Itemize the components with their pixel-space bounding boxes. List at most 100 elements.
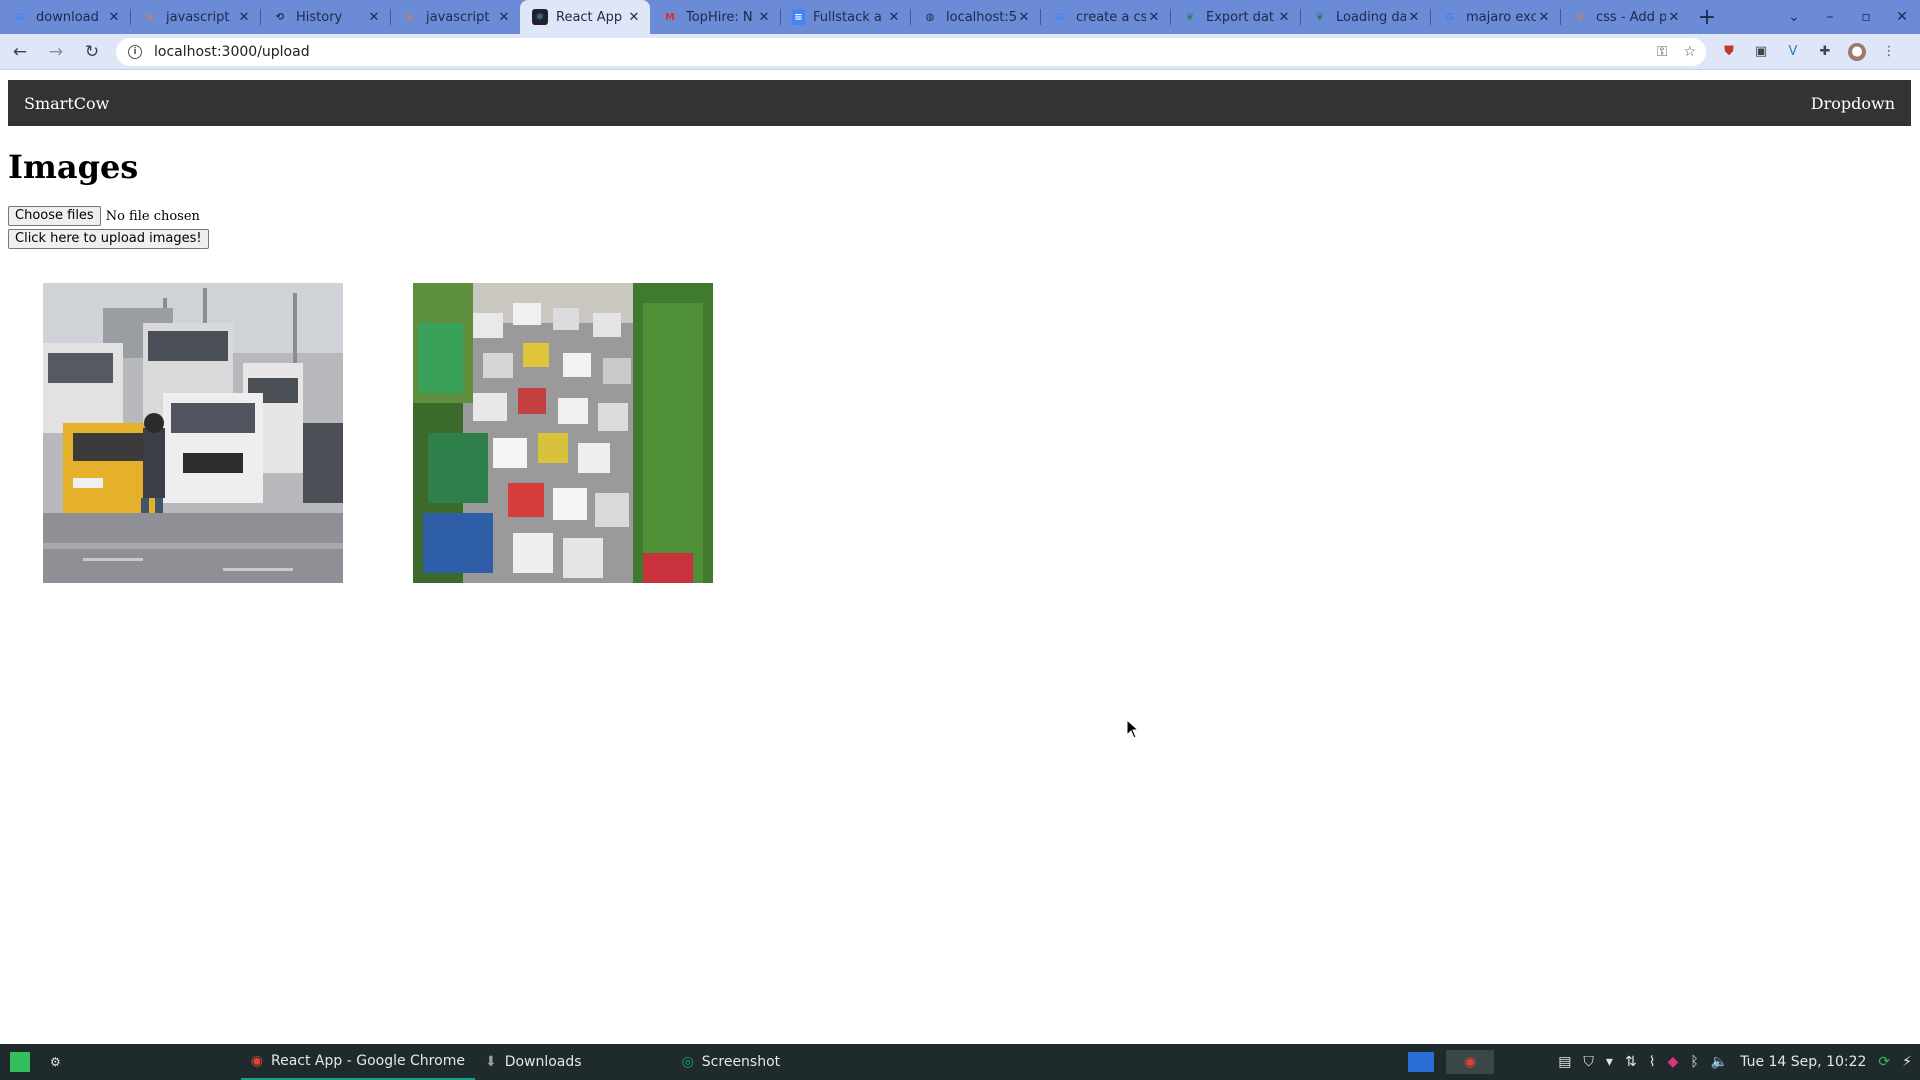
tab[interactable]: ⚟ javascript ✕: [130, 0, 260, 34]
tab-active[interactable]: ⚛ React App ✕: [520, 0, 650, 34]
taskbar-item-downloads[interactable]: ⬇ Downloads: [475, 1044, 592, 1080]
tab-strip: G download ✕ ⚟ javascript ✕ ⟲ History ✕ …: [0, 0, 1920, 34]
window-icon[interactable]: [1407, 1052, 1434, 1072]
traffic-jam-photo: [413, 283, 713, 583]
tab-list: G download ✕ ⚟ javascript ✕ ⟲ History ✕ …: [0, 0, 1724, 34]
page-title: Images: [8, 148, 139, 186]
tab[interactable]: ⚟ css - Add p ✕: [1560, 0, 1690, 34]
tab[interactable]: ≡ Fullstack a ✕: [780, 0, 910, 34]
close-icon[interactable]: ✕: [886, 10, 902, 25]
mouse-cursor-icon: [1126, 719, 1140, 739]
address-bar[interactable]: i localhost:3000/upload ⚿ ☆: [116, 37, 1706, 66]
file-status: No file chosen: [105, 208, 200, 224]
tab[interactable]: G create a cs ✕: [1040, 0, 1170, 34]
close-icon[interactable]: ✕: [756, 10, 772, 25]
battery-icon[interactable]: ⚡: [1902, 1054, 1912, 1070]
tab-title: Export dat: [1206, 9, 1275, 25]
menu-icon[interactable]: ⋮: [1880, 43, 1898, 61]
tab[interactable]: ⟲ History ✕: [260, 0, 390, 34]
tab-title: css - Add p: [1596, 9, 1666, 25]
bird-icon: ❦: [1185, 11, 1195, 23]
close-icon[interactable]: ✕: [1406, 10, 1422, 25]
app-icon[interactable]: ◆: [1668, 1054, 1679, 1070]
reload-button[interactable]: ↻: [76, 36, 108, 68]
maximize-icon[interactable]: ▫: [1848, 9, 1884, 25]
paperclip-icon[interactable]: ⌇: [1649, 1054, 1656, 1070]
bird-icon: ❦: [1315, 11, 1325, 23]
brand-link[interactable]: SmartCow: [24, 94, 109, 113]
stackoverflow-icon: ⚟: [405, 11, 415, 23]
taskbar-item-chrome[interactable]: ◉ React App - Google Chrome: [240, 1044, 475, 1080]
taskbar: ⚙ ◉ React App - Google Chrome ⬇ Download…: [0, 1044, 1920, 1080]
close-icon[interactable]: ✕: [1276, 10, 1292, 25]
vue-icon[interactable]: V: [1784, 43, 1802, 61]
clipboard-icon[interactable]: ▤: [1558, 1054, 1571, 1070]
tab[interactable]: ❦ Loading da ✕: [1300, 0, 1430, 34]
back-button[interactable]: ←: [4, 36, 36, 68]
close-icon[interactable]: ✕: [366, 10, 382, 25]
close-icon[interactable]: ✕: [1536, 10, 1552, 25]
close-icon[interactable]: ✕: [1146, 10, 1162, 25]
ublock-icon[interactable]: ⛊: [1720, 43, 1738, 61]
taskbar-item-label: Screenshot: [701, 1054, 781, 1070]
google-icon: G: [15, 11, 25, 23]
minimize-icon[interactable]: –: [1812, 9, 1848, 25]
forward-button[interactable]: →: [40, 36, 72, 68]
taskbar-item-screenshot[interactable]: ◎ Screenshot: [672, 1044, 791, 1080]
start-menu-button[interactable]: [0, 1044, 40, 1080]
tab[interactable]: ❦ Export dat ✕: [1170, 0, 1300, 34]
tab[interactable]: ⚟ javascript ✕: [390, 0, 520, 34]
navbar: SmartCow Dropdown: [8, 80, 1911, 126]
file-input[interactable]: Choose files No file chosen: [8, 206, 200, 226]
new-tab-button[interactable]: +: [1690, 0, 1724, 34]
tab-title: React App: [556, 9, 623, 25]
page-viewport: SmartCow Dropdown Images Choose files No…: [0, 71, 1920, 1044]
chrome-icon[interactable]: ◉: [1445, 1050, 1495, 1074]
star-icon[interactable]: ☆: [1683, 44, 1696, 60]
taskbar-item-label: Downloads: [504, 1054, 582, 1070]
manjaro-icon: [10, 1052, 30, 1072]
update-icon[interactable]: ⟳: [1878, 1054, 1890, 1070]
tab-title: majaro exc: [1466, 9, 1536, 25]
tab-title: Fullstack a: [813, 9, 882, 25]
close-icon[interactable]: ✕: [626, 10, 642, 25]
system-tray: ◉ ▤ ⛉ ▾ ⇅ ⌇ ◆ ᛒ 🔈 Tue 14 Sep, 10:22 ⟳ ⚡: [1407, 1044, 1920, 1080]
tab[interactable]: G majaro exc ✕: [1430, 0, 1560, 34]
upload-button[interactable]: Click here to upload images!: [8, 229, 209, 249]
close-icon[interactable]: ✕: [236, 10, 252, 25]
choose-files-button[interactable]: Choose files: [8, 206, 101, 226]
tab-search-icon[interactable]: ⌄: [1776, 9, 1812, 25]
docs-icon: ≡: [792, 9, 805, 25]
google-icon: G: [1445, 11, 1455, 23]
clock[interactable]: Tue 14 Sep, 10:22: [1740, 1054, 1866, 1070]
close-window-icon[interactable]: ✕: [1884, 9, 1920, 25]
close-icon[interactable]: ✕: [496, 10, 512, 25]
dropdown-link[interactable]: Dropdown: [1811, 94, 1895, 113]
tab-title: TopHire: N: [686, 9, 753, 25]
info-icon[interactable]: i: [128, 44, 142, 59]
tab[interactable]: G download ✕: [0, 0, 130, 34]
tab[interactable]: ◍ localhost:5 ✕: [910, 0, 1040, 34]
close-icon[interactable]: ✕: [106, 10, 122, 25]
url-text: localhost:3000/upload: [154, 43, 310, 60]
close-icon[interactable]: ✕: [1016, 10, 1032, 25]
omnibox-actions: ⚿ ☆: [1657, 38, 1696, 66]
tab[interactable]: M TopHire: N ✕: [650, 0, 780, 34]
react-icon: ⚛: [532, 9, 548, 25]
wifi-icon[interactable]: ▾: [1606, 1054, 1613, 1070]
stackoverflow-icon: ⚟: [1575, 11, 1585, 23]
browser-toolbar: ← → ↻ i localhost:3000/upload ⚿ ☆ ⛊ ▣ V …: [0, 34, 1920, 70]
extension-icon[interactable]: ▣: [1752, 43, 1770, 61]
screenshot-icon: ◎: [681, 1054, 694, 1070]
volume-icon[interactable]: 🔈: [1711, 1054, 1728, 1070]
avatar[interactable]: ●: [1848, 42, 1866, 61]
bluetooth-icon[interactable]: ᛒ: [1690, 1054, 1698, 1070]
close-icon[interactable]: ✕: [1666, 10, 1682, 25]
puzzle-icon[interactable]: ✚: [1816, 43, 1834, 61]
tab-title: localhost:5: [946, 9, 1016, 25]
google-icon: G: [1055, 11, 1065, 23]
network-icon[interactable]: ⇅: [1625, 1054, 1637, 1070]
workspace-switcher[interactable]: ⚙: [40, 1044, 71, 1080]
key-icon[interactable]: ⚿: [1657, 44, 1668, 60]
shield-icon[interactable]: ⛉: [1583, 1054, 1594, 1070]
